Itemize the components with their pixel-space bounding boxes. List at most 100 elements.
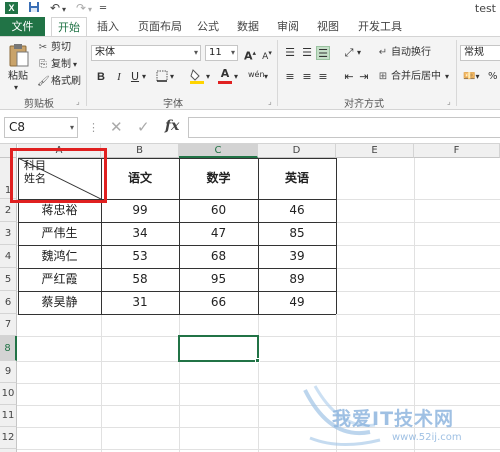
undo-dropdown-icon[interactable]: ▾: [62, 3, 66, 17]
name-cell[interactable]: 严红霞: [18, 268, 101, 291]
decrease-indent-button[interactable]: ⇤: [342, 70, 356, 84]
phonetic-button[interactable]: wén: [248, 68, 265, 82]
alignment-launcher-icon[interactable]: ⌟: [447, 95, 451, 109]
align-bottom-button[interactable]: ☰: [316, 46, 330, 60]
align-center-button[interactable]: ≡: [300, 70, 314, 84]
undo-icon[interactable]: ↶: [50, 1, 60, 15]
accounting-format-button[interactable]: 💴▾: [463, 70, 479, 84]
score-cell[interactable]: 53: [101, 245, 179, 268]
fill-color-dropdown-icon[interactable]: ▾: [206, 70, 210, 84]
increase-indent-button[interactable]: ⇥: [357, 70, 371, 84]
score-cell[interactable]: 34: [101, 222, 179, 245]
formula-bar: C8 ▾ ⋮ ✕ ✓ fx: [0, 110, 500, 144]
score-cell[interactable]: 49: [258, 291, 336, 314]
align-middle-button[interactable]: ☰: [300, 46, 314, 60]
name-cell[interactable]: 严伟生: [18, 222, 101, 245]
row-header-5[interactable]: 5: [0, 268, 17, 291]
column-header-e[interactable]: E: [336, 144, 414, 158]
borders-dropdown-icon[interactable]: ▾: [170, 70, 174, 84]
cancel-icon[interactable]: ✕: [110, 119, 123, 135]
font-color-button[interactable]: A: [218, 67, 232, 84]
italic-button[interactable]: I: [112, 70, 126, 84]
tab-file[interactable]: 文件: [0, 17, 45, 36]
column-header-c[interactable]: C: [179, 144, 258, 158]
score-cell[interactable]: 85: [258, 222, 336, 245]
score-cell[interactable]: 58: [101, 268, 179, 291]
copy-button[interactable]: ⎘ 复制 ▾: [37, 58, 77, 72]
score-cell[interactable]: 39: [258, 245, 336, 268]
format-painter-button[interactable]: 🖌格式刷: [37, 75, 81, 89]
align-right-button[interactable]: ≡: [316, 70, 330, 84]
tab-formulas[interactable]: 公式: [192, 17, 224, 36]
tab-developer[interactable]: 开发工具: [352, 17, 408, 36]
font-color-dropdown-icon[interactable]: ▾: [234, 70, 238, 84]
phonetic-dropdown-icon[interactable]: ▾: [264, 70, 268, 84]
active-cell-c8[interactable]: [178, 335, 259, 362]
cut-button[interactable]: ✂ 剪切: [37, 41, 71, 55]
score-cell[interactable]: 95: [179, 268, 258, 291]
name-box[interactable]: C8 ▾: [4, 117, 78, 138]
score-cell[interactable]: 60: [179, 199, 258, 222]
number-format-select[interactable]: 常规: [460, 45, 500, 61]
orientation-button[interactable]: ⤢: [342, 46, 356, 60]
row-header-10[interactable]: 10: [0, 383, 17, 405]
row-header-9[interactable]: 9: [0, 361, 17, 383]
fill-handle[interactable]: [255, 358, 260, 363]
clipboard-launcher-icon[interactable]: ⌟: [76, 95, 80, 109]
column-header-b[interactable]: B: [101, 144, 179, 158]
orientation-dropdown-icon[interactable]: ▾: [357, 46, 361, 60]
row-header-8[interactable]: 8: [0, 336, 17, 361]
copy-dropdown-icon: ▾: [73, 60, 78, 69]
redo-icon[interactable]: ↷: [76, 1, 86, 15]
bold-button[interactable]: B: [94, 70, 108, 84]
merge-center-button[interactable]: ⊞ 合并后居中 ▾: [377, 70, 449, 84]
row-header-3[interactable]: 3: [0, 222, 17, 245]
save-icon[interactable]: [28, 1, 40, 16]
align-left-button[interactable]: ≡: [283, 70, 297, 84]
header-cell-math[interactable]: 数学: [179, 158, 258, 199]
row-header-4[interactable]: 4: [0, 245, 17, 268]
tab-data[interactable]: 数据: [232, 17, 264, 36]
row-header-6[interactable]: 6: [0, 291, 17, 314]
formula-input[interactable]: [188, 117, 500, 138]
column-header-d[interactable]: D: [258, 144, 336, 158]
tab-view[interactable]: 视图: [312, 17, 344, 36]
underline-button[interactable]: U: [128, 70, 142, 84]
wrap-text-button[interactable]: ↵ 自动换行: [377, 46, 431, 60]
header-cell-chinese[interactable]: 语文: [101, 158, 179, 199]
align-top-button[interactable]: ☰: [283, 46, 297, 60]
percent-button[interactable]: %: [488, 70, 498, 84]
tab-insert[interactable]: 插入: [92, 17, 124, 36]
column-header-f[interactable]: F: [414, 144, 500, 158]
score-cell[interactable]: 46: [258, 199, 336, 222]
tab-home[interactable]: 开始: [51, 17, 87, 37]
enter-icon[interactable]: ✓: [137, 119, 150, 135]
fill-color-button[interactable]: [190, 68, 204, 84]
insert-function-icon[interactable]: fx: [165, 118, 179, 134]
grow-font-button[interactable]: A▴: [243, 46, 257, 63]
copy-label: 复制: [51, 59, 71, 70]
tab-review[interactable]: 审阅: [272, 17, 304, 36]
score-cell[interactable]: 68: [179, 245, 258, 268]
row-header-7[interactable]: 7: [0, 314, 17, 336]
name-cell[interactable]: 蔡昊静: [18, 291, 101, 314]
customize-quick-access-icon[interactable]: ═: [100, 2, 106, 16]
header-cell-english[interactable]: 英语: [258, 158, 336, 199]
row-header-11[interactable]: 11: [0, 405, 17, 427]
font-launcher-icon[interactable]: ⌟: [268, 95, 272, 109]
score-cell[interactable]: 47: [179, 222, 258, 245]
tab-page-layout[interactable]: 页面布局: [132, 17, 188, 36]
font-size-select[interactable]: 11 ▾: [205, 45, 238, 61]
score-cell[interactable]: 31: [101, 291, 179, 314]
score-cell[interactable]: 66: [179, 291, 258, 314]
row-header-12[interactable]: 12: [0, 427, 17, 449]
font-group-label: 字体: [163, 99, 183, 110]
name-cell[interactable]: 魏鸿仁: [18, 245, 101, 268]
score-cell[interactable]: 89: [258, 268, 336, 291]
shrink-font-button[interactable]: A▾: [260, 46, 274, 62]
redo-dropdown-icon[interactable]: ▾: [88, 3, 92, 17]
underline-dropdown-icon[interactable]: ▾: [142, 70, 146, 84]
score-cell[interactable]: 99: [101, 199, 179, 222]
borders-button[interactable]: [155, 70, 169, 84]
font-name-select[interactable]: 宋体 ▾: [91, 45, 201, 61]
